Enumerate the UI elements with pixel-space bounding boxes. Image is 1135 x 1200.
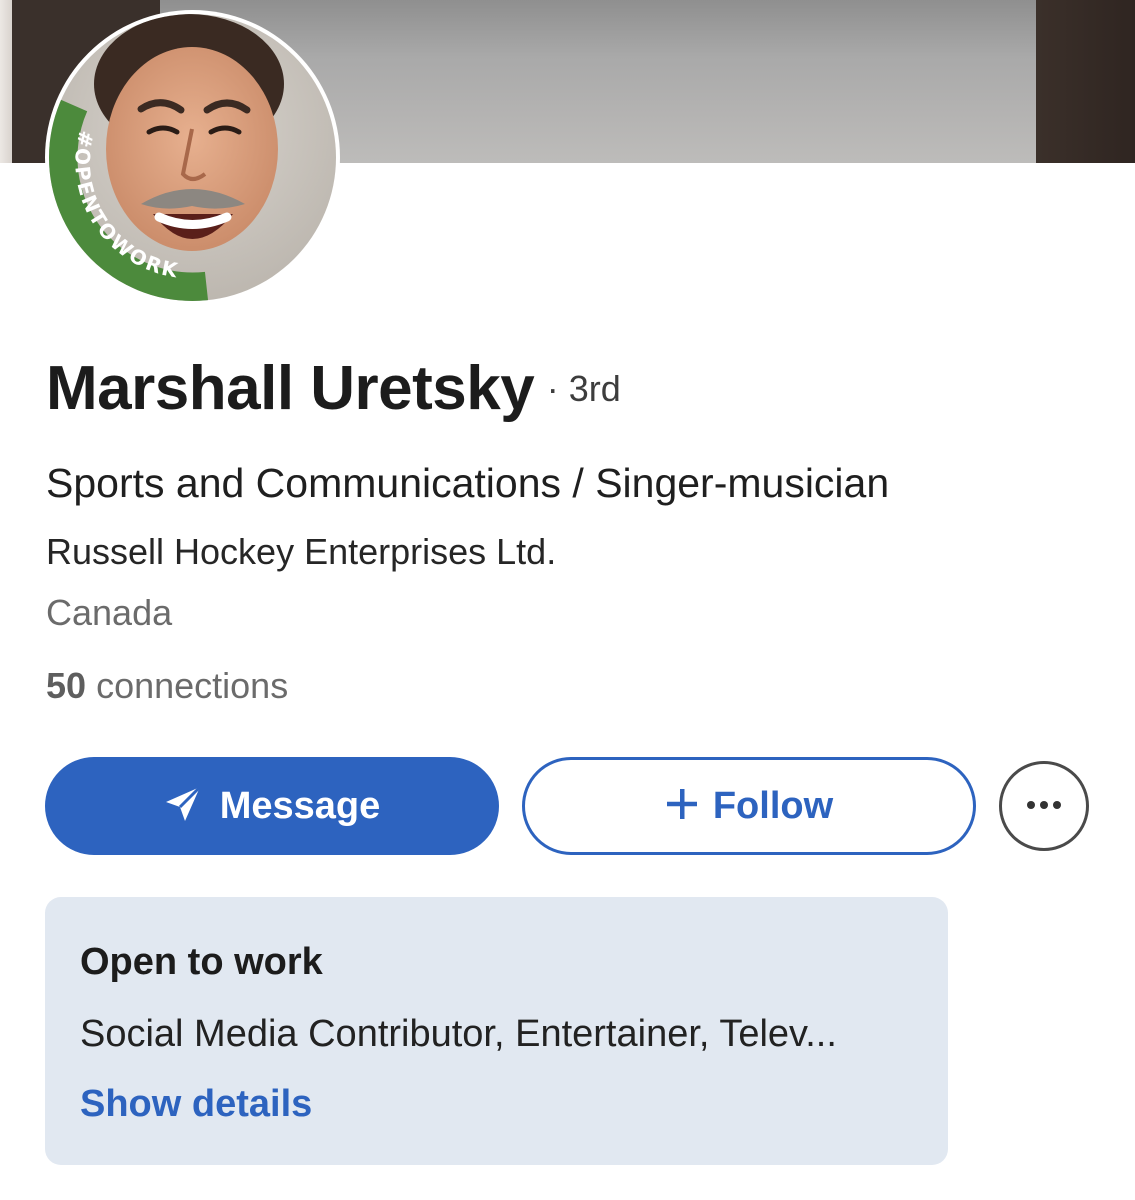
send-icon <box>164 785 202 828</box>
cover-frame-right <box>1036 0 1135 163</box>
show-details-link[interactable]: Show details <box>80 1083 312 1126</box>
avatar-photo: #OPENTOWORK <box>49 14 336 301</box>
more-horizontal-icon <box>1026 797 1062 815</box>
cover-frame-left <box>0 0 12 163</box>
open-to-work-roles: Social Media Contributor, Entertainer, T… <box>80 1013 837 1055</box>
message-button[interactable]: Message <box>45 757 499 855</box>
connections-label: connections <box>96 665 289 706</box>
name-row: Marshall Uretsky · 3rd <box>46 353 621 424</box>
profile-location: Canada <box>46 592 173 633</box>
plus-icon <box>665 787 699 826</box>
open-to-work-card: Open to work Social Media Contributor, E… <box>45 897 948 1165</box>
connection-degree: · 3rd <box>546 368 621 409</box>
connections-count: 50 <box>46 665 87 706</box>
profile-name: Marshall Uretsky <box>46 354 535 423</box>
open-to-work-title: Open to work <box>80 941 323 983</box>
profile-headline: Sports and Communications / Singer-music… <box>46 460 890 506</box>
more-options-button[interactable] <box>999 761 1089 851</box>
message-button-label: Message <box>219 784 381 827</box>
profile-avatar[interactable]: #OPENTOWORK <box>45 10 340 305</box>
profile-connections[interactable]: 50 connections <box>46 665 288 707</box>
follow-button[interactable]: Follow <box>522 757 976 855</box>
profile-company[interactable]: Russell Hockey Enterprises Ltd. <box>46 531 556 573</box>
follow-button-label: Follow <box>712 784 834 827</box>
